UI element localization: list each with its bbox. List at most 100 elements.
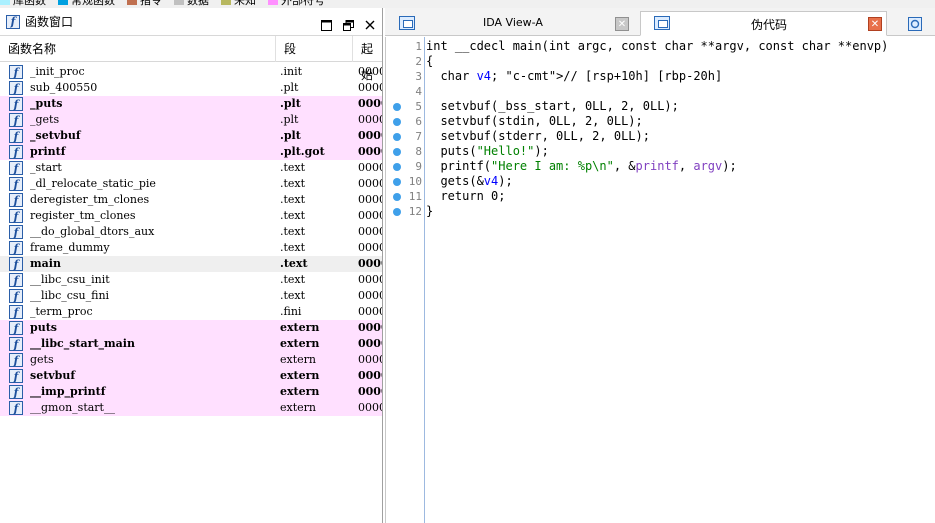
function-icon: f [9,353,23,367]
restore-icon[interactable] [340,18,356,32]
function-icon: f [9,305,23,319]
function-name: frame_dummy [30,241,110,254]
code-text: setvbuf(_bss_start, 0LL, 2, 0LL); [426,99,679,113]
function-name: register_tm_clones [30,209,136,222]
function-row[interactable]: f __do_global_dtors_aux .text 0000 [0,224,382,240]
line-number: 12 [408,205,422,218]
function-segment: .text [280,225,306,238]
function-name: main [30,257,61,270]
column-header-start[interactable]: 起始 [353,36,383,82]
function-start: 0000 [358,257,382,270]
function-name: __gmon_start__ [30,401,115,414]
code-text: { [426,54,434,68]
close-icon[interactable]: ✕ [615,17,629,31]
function-name: _dl_relocate_static_pie [30,177,156,190]
gutter-divider [424,37,425,523]
line-number: 10 [408,175,422,188]
legend-label: 指令 [140,0,162,7]
tab-pseudocode-label: 伪代码 [751,18,788,32]
pseudocode-view[interactable]: 1 int __cdecl main(int argc, const char *… [385,37,935,523]
legend-label: 常规函数 [71,0,115,7]
function-name: _init_proc [30,65,85,78]
function-start: 0000 [358,369,382,382]
tab-extra[interactable] [908,12,928,36]
function-row[interactable]: f register_tm_clones .text 0000 [0,208,382,224]
function-row[interactable]: f _term_proc .fini 0000 [0,304,382,320]
code-text: setvbuf(stderr, 0LL, 2, 0LL); [426,129,650,143]
function-start: 0000 [358,305,382,318]
function-row[interactable]: f _start .text 0000 [0,160,382,176]
tab-bar: IDA View-A ✕ 伪代码 ✕ [385,8,935,36]
function-icon: f [9,257,23,271]
legend-item: 数据 [174,0,209,8]
code-text: gets(&v4); [426,174,513,188]
function-segment: extern [280,353,316,366]
function-segment: extern [280,337,320,350]
function-start: 0000 [358,161,382,174]
close-icon[interactable]: ✕ [868,17,882,31]
function-row[interactable]: f _dl_relocate_static_pie .text 0000 [0,176,382,192]
function-row[interactable]: f __imp_printf extern 0000 [0,384,382,400]
line-number: 3 [415,70,422,83]
function-segment: .plt [280,97,301,110]
function-start: 0000 [358,225,382,238]
function-icon: f [9,401,23,415]
function-row[interactable]: f _init_proc .init 0000 [0,64,382,80]
function-icon: f [9,209,23,223]
code-text: char v4; "c-cmt">// [rsp+10h] [rbp-20h] [426,69,723,83]
function-name: printf [30,145,66,158]
function-name: gets [30,353,54,366]
tab-pseudocode[interactable]: 伪代码 ✕ [640,11,887,36]
function-row[interactable]: f __libc_csu_fini .text 0000 [0,288,382,304]
function-row[interactable]: f __libc_start_main extern 0000 [0,336,382,352]
function-start: 0000 [358,65,382,78]
function-icon: f [9,369,23,383]
function-row[interactable]: f __gmon_start__ extern 0000 [0,400,382,416]
functions-window-titlebar: f 函数窗口 [0,8,382,36]
code-text: printf("Here I am: %p\n", &printf, argv)… [426,159,737,173]
function-start: 0000 [358,113,382,126]
tab-ida-view[interactable]: IDA View-A ✕ [393,12,639,36]
function-row[interactable]: f __libc_csu_init .text 0000 [0,272,382,288]
function-start: 0000 [358,353,382,366]
function-row[interactable]: f deregister_tm_clones .text 0000 [0,192,382,208]
functions-table-header: 函数名称 段 起始 [0,36,383,82]
function-row[interactable]: f sub_400550 .plt 0000 [0,80,382,96]
function-name: deregister_tm_clones [30,193,150,206]
legend-label: 外部符号 [281,0,325,7]
function-row[interactable]: f _setvbuf .plt 0000 [0,128,382,144]
function-row[interactable]: fmain .text 0000 [0,256,382,272]
function-row[interactable]: f frame_dummy .text 0000 [0,240,382,256]
function-icon: f [9,385,23,399]
function-segment: .text [280,161,306,174]
function-name: __libc_csu_init [30,273,110,286]
function-icon: f [9,177,23,191]
function-start: 0000 [358,289,382,302]
legend-item: 指令 [127,0,162,8]
function-row[interactable]: f setvbuf extern 0000 [0,368,382,384]
legend-item: 常规函数 [58,0,115,8]
line-number: 4 [415,85,422,98]
close-icon[interactable] [362,18,378,32]
hex-view-icon [908,17,922,31]
maximize-icon[interactable] [318,18,334,32]
function-row[interactable]: f _gets .plt 0000 [0,112,382,128]
function-name: __libc_csu_fini [30,289,110,302]
function-segment: extern [280,401,316,414]
function-name: _term_proc [30,305,93,318]
function-icon: f [9,225,23,239]
column-header-segment[interactable]: 段 [276,36,353,62]
legend-items: 库函数 常规函数 指令 数据 未知 外部符号 [0,0,337,7]
function-name: _setvbuf [30,129,81,142]
function-row[interactable]: fprintf .plt.got 0000 [0,144,382,160]
function-segment: .plt [280,113,299,126]
tab-ida-view-label: IDA View-A [483,16,543,29]
line-number: 7 [415,130,422,143]
function-name: _gets [30,113,60,126]
function-row[interactable]: f _puts .plt 0000 [0,96,382,112]
pseudocode-icon [654,16,670,30]
function-row[interactable]: fgets extern 0000 [0,352,382,368]
function-row[interactable]: fputs extern 0000 [0,320,382,336]
functions-window: f 函数窗口 函数名称 段 起始 f_init_proc.init0000fsu… [0,8,383,523]
column-header-name[interactable]: 函数名称 [0,36,276,62]
